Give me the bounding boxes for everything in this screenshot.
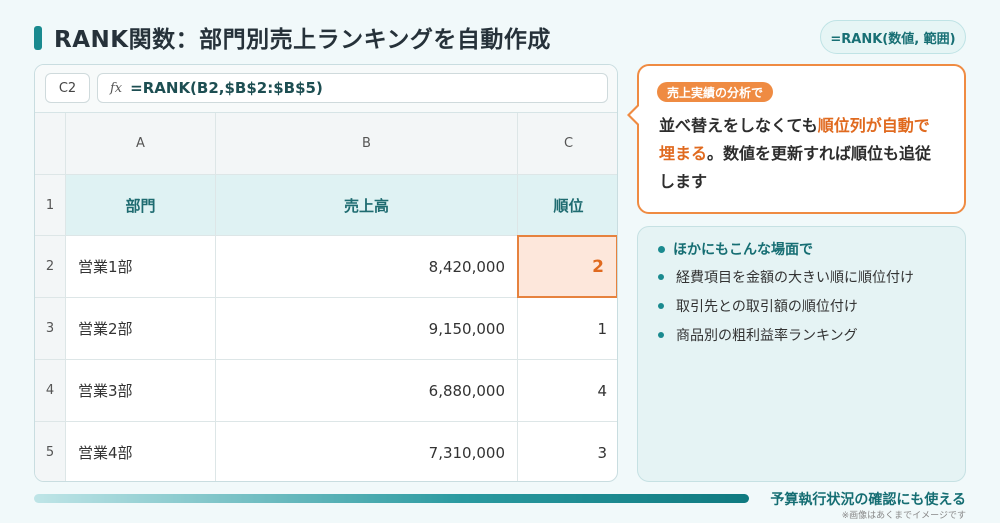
fx-icon: fx xyxy=(110,80,123,96)
footer-gradient-bar xyxy=(34,494,749,503)
column-header-b[interactable]: B xyxy=(216,113,518,175)
use-case-item: 経費項目を金額の大きい順に順位付け xyxy=(658,267,914,287)
cell-a5[interactable]: 営業4部 xyxy=(66,422,216,481)
callout-line2: 。数値を更新すれば順位も追従 xyxy=(707,144,932,163)
use-cases-heading-text: ほかにもこんな場面で xyxy=(673,242,813,258)
callout-line1: 並べ替えをしなくても xyxy=(659,116,818,135)
bullet-icon xyxy=(658,245,665,253)
cell-c1[interactable]: 順位 xyxy=(518,175,617,236)
name-box[interactable]: C2 xyxy=(45,73,90,103)
callout-highlight-1: 順位列が自動で xyxy=(817,116,930,135)
cell-a1[interactable]: 部門 xyxy=(66,175,216,236)
row-header-5[interactable]: 5 xyxy=(35,422,66,481)
column-header-a[interactable]: A xyxy=(66,113,216,175)
column-header-c[interactable]: C xyxy=(518,113,617,175)
callout-pointer-fill xyxy=(630,106,639,124)
use-case-item: 商品別の粗利益率ランキング xyxy=(658,325,858,345)
cell-b5[interactable]: 7,310,000 xyxy=(216,422,518,481)
use-case-text: 経費項目を金額の大きい順に順位付け xyxy=(676,270,914,286)
cell-b1[interactable]: 売上高 xyxy=(216,175,518,236)
insight-callout: 売上実績の分析で 並べ替えをしなくても順位列が自動で 埋まる。数値を更新すれば順… xyxy=(637,64,966,214)
callout-line3: します xyxy=(659,172,708,191)
select-all-corner[interactable] xyxy=(35,113,66,175)
footer-caption: 予算執行状況の確認にも使える xyxy=(770,492,966,508)
cell-c3[interactable]: 1 xyxy=(518,298,617,360)
cell-a3[interactable]: 営業2部 xyxy=(66,298,216,360)
callout-text: 並べ替えをしなくても順位列が自動で 埋まる。数値を更新すれば順位も追従 します xyxy=(659,112,959,196)
callout-highlight-2: 埋まる xyxy=(659,144,708,163)
formula-bar: C2 fx =RANK(B2,$B$2:$B$5) xyxy=(35,65,617,113)
row-header-4[interactable]: 4 xyxy=(35,360,66,422)
formula-text: =RANK(B2,$B$2:$B$5) xyxy=(130,79,323,97)
bullet-icon xyxy=(658,303,664,309)
cell-grid: A B C 1 部門 売上高 順位 2 営業1部 8,420,000 2 3 営… xyxy=(35,113,617,481)
cell-b2[interactable]: 8,420,000 xyxy=(216,236,518,298)
callout-tag: 売上実績の分析で xyxy=(657,82,774,102)
row-header-1[interactable]: 1 xyxy=(35,175,66,236)
bullet-icon xyxy=(658,332,664,338)
cell-c5[interactable]: 3 xyxy=(518,422,617,481)
spreadsheet: C2 fx =RANK(B2,$B$2:$B$5) A B C 1 部門 売上高… xyxy=(34,64,618,482)
cell-c4[interactable]: 4 xyxy=(518,360,617,422)
footer-note: ※画像はあくまでイメージです xyxy=(841,511,966,521)
cell-b4[interactable]: 6,880,000 xyxy=(216,360,518,422)
bullet-icon xyxy=(658,274,664,280)
use-case-text: 取引先との取引額の順位付け xyxy=(676,299,858,315)
page-title: RANK関数：部門別売上ランキングを自動作成 xyxy=(54,27,551,53)
use-cases-heading: ほかにもこんな場面で xyxy=(658,239,813,259)
use-case-item: 取引先との取引額の順位付け xyxy=(658,296,858,316)
title-accent-bar xyxy=(34,26,42,50)
cell-a2[interactable]: 営業1部 xyxy=(66,236,216,298)
row-header-3[interactable]: 3 xyxy=(35,298,66,360)
cell-a4[interactable]: 営業3部 xyxy=(66,360,216,422)
row-header-2[interactable]: 2 xyxy=(35,236,66,298)
formula-syntax-badge: =RANK(数値, 範囲) xyxy=(820,20,966,54)
use-case-text: 商品別の粗利益率ランキング xyxy=(676,328,858,344)
cell-b3[interactable]: 9,150,000 xyxy=(216,298,518,360)
cell-c2-selected[interactable]: 2 xyxy=(517,235,617,298)
use-cases-panel: ほかにもこんな場面で 経費項目を金額の大きい順に順位付け 取引先との取引額の順位… xyxy=(637,226,966,482)
formula-input[interactable]: fx =RANK(B2,$B$2:$B$5) xyxy=(97,73,608,103)
